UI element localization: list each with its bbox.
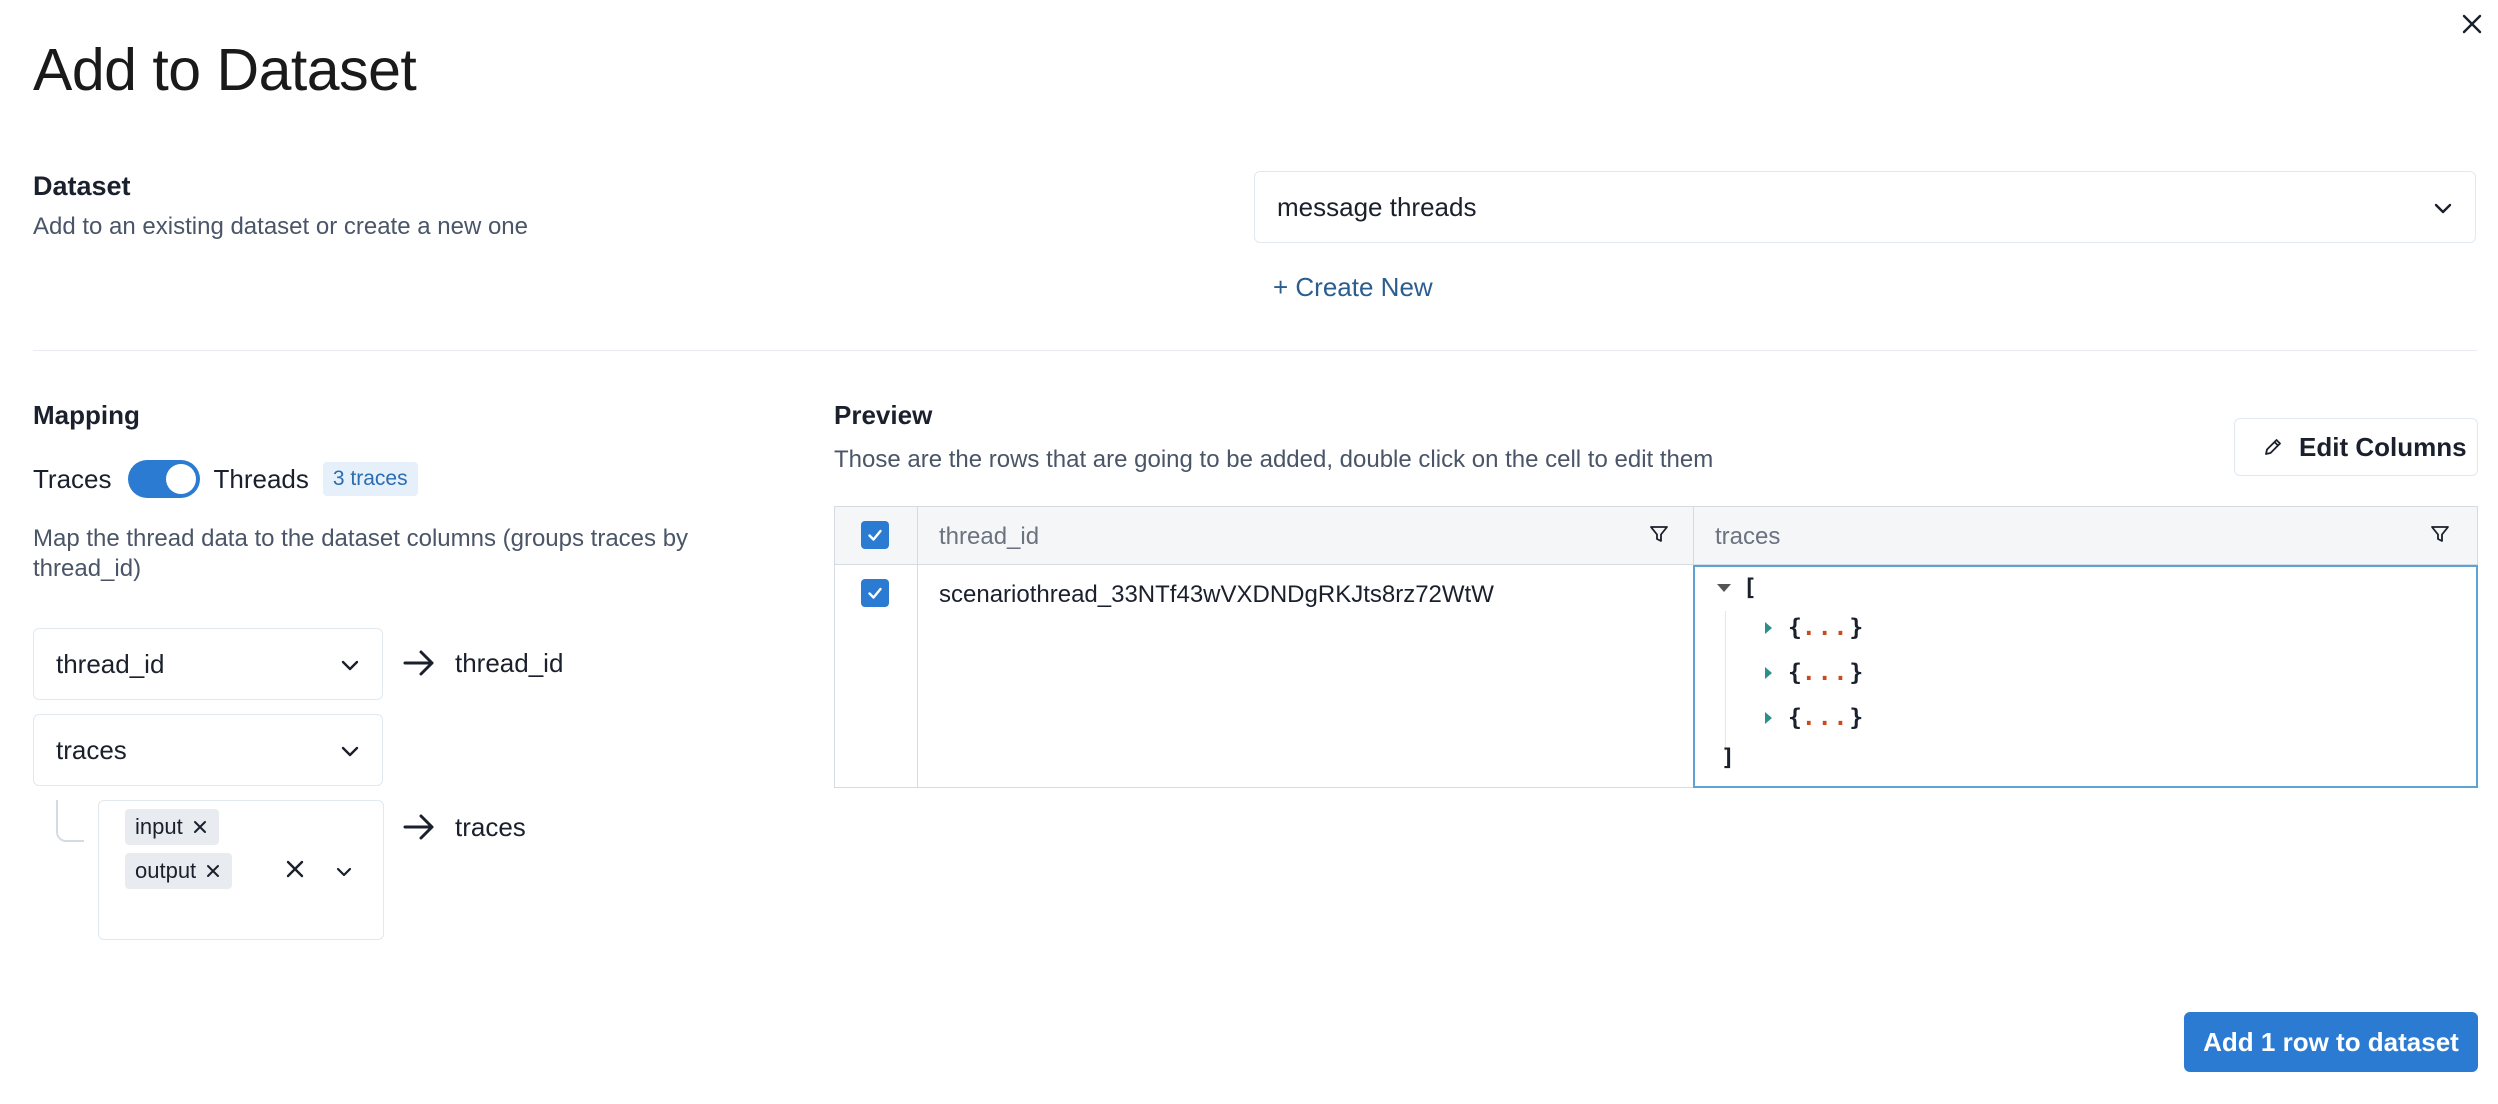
create-new-link[interactable]: + Create New (1273, 272, 1433, 303)
tag-input: input (125, 809, 219, 845)
clear-all-button[interactable] (283, 857, 307, 886)
pencil-icon (2265, 439, 2281, 455)
chevron-down-icon (341, 746, 359, 757)
add-rows-button[interactable]: Add 1 row to dataset (2184, 1012, 2478, 1072)
target-column-thread-id: thread_id (455, 648, 564, 678)
preview-label: Preview (834, 400, 933, 430)
tag-label: input (135, 814, 183, 839)
cell-traces[interactable]: [ {...} {...} {...} ] (1693, 565, 2478, 788)
toggle-label-traces: Traces (33, 463, 112, 494)
subfield-multiselect[interactable]: input output (98, 800, 384, 940)
close-button[interactable] (2452, 4, 2492, 44)
dataset-label: Dataset (33, 171, 131, 201)
preview-sublabel: Those are the rows that are going to be … (834, 446, 1714, 473)
traces-threads-switch[interactable] (127, 460, 200, 498)
column-header-thread-id[interactable]: thread_id (939, 523, 1039, 551)
arrow-right-icon (403, 814, 434, 840)
multiselect-toggle[interactable] (333, 861, 355, 888)
trace-count-badge: 3 traces (322, 462, 418, 496)
filter-icon[interactable] (1648, 523, 1670, 545)
cell-thread-id[interactable]: scenariothread_33NTf43wVXDNDgRKJts8rz72W… (939, 581, 1494, 609)
section-divider (33, 350, 2477, 351)
dataset-select-value: message threads (1277, 191, 1477, 222)
close-icon (207, 865, 220, 877)
caret-right-icon (1765, 712, 1772, 724)
tag-label: output (135, 858, 197, 883)
target-column-traces: traces (455, 812, 526, 842)
source-select-traces[interactable]: traces (33, 714, 383, 786)
caret-right-icon (1765, 622, 1772, 634)
chevron-down-icon (341, 660, 359, 671)
remove-tag-button[interactable] (191, 818, 209, 836)
edit-columns-button[interactable]: Edit Columns (2234, 418, 2478, 476)
check-icon (868, 529, 882, 541)
close-icon (2462, 14, 2482, 34)
caret-right-icon (1765, 667, 1772, 679)
row-checkbox[interactable] (861, 579, 889, 607)
dialog-title: Add to Dataset (33, 37, 417, 103)
table-header: thread_id traces (835, 507, 2477, 565)
json-array-close: ] (1721, 745, 1735, 771)
mode-toggle-row: Traces Threads 3 traces (33, 458, 418, 500)
chevron-down-icon (336, 867, 352, 877)
json-object-item[interactable]: {...} (1765, 705, 1863, 731)
dataset-sublabel: Add to an existing dataset or create a n… (33, 213, 528, 240)
toggle-label-threads: Threads (213, 463, 309, 494)
chevron-down-icon (2434, 203, 2452, 214)
json-object-item[interactable]: {...} (1765, 660, 1863, 686)
close-icon (193, 821, 206, 833)
mapping-label: Mapping (33, 400, 140, 430)
column-divider (917, 507, 918, 787)
remove-tag-button[interactable] (204, 862, 222, 880)
preview-table: thread_id traces scenariothread_33NTf43w… (834, 506, 2478, 788)
arrow-right-icon (403, 650, 434, 676)
edit-columns-label: Edit Columns (2299, 431, 2467, 462)
mapping-description: Map the thread data to the dataset colum… (33, 525, 689, 582)
dataset-select[interactable]: message threads (1254, 171, 2476, 243)
filter-icon[interactable] (2429, 523, 2451, 545)
source-select-value: traces (56, 734, 127, 765)
select-all-checkbox[interactable] (861, 521, 889, 549)
tree-connector (56, 800, 84, 842)
json-array-open[interactable]: [ (1717, 575, 1757, 601)
caret-down-icon (1717, 584, 1731, 592)
check-icon (868, 587, 882, 599)
switch-knob (165, 464, 196, 494)
source-select-thread-id[interactable]: thread_id (33, 628, 383, 700)
json-object-item[interactable]: {...} (1765, 615, 1863, 641)
column-header-traces[interactable]: traces (1715, 523, 1780, 551)
source-select-value: thread_id (56, 648, 165, 679)
tag-output: output (125, 853, 233, 889)
json-guide-line (1725, 611, 1726, 751)
close-icon (286, 860, 304, 878)
